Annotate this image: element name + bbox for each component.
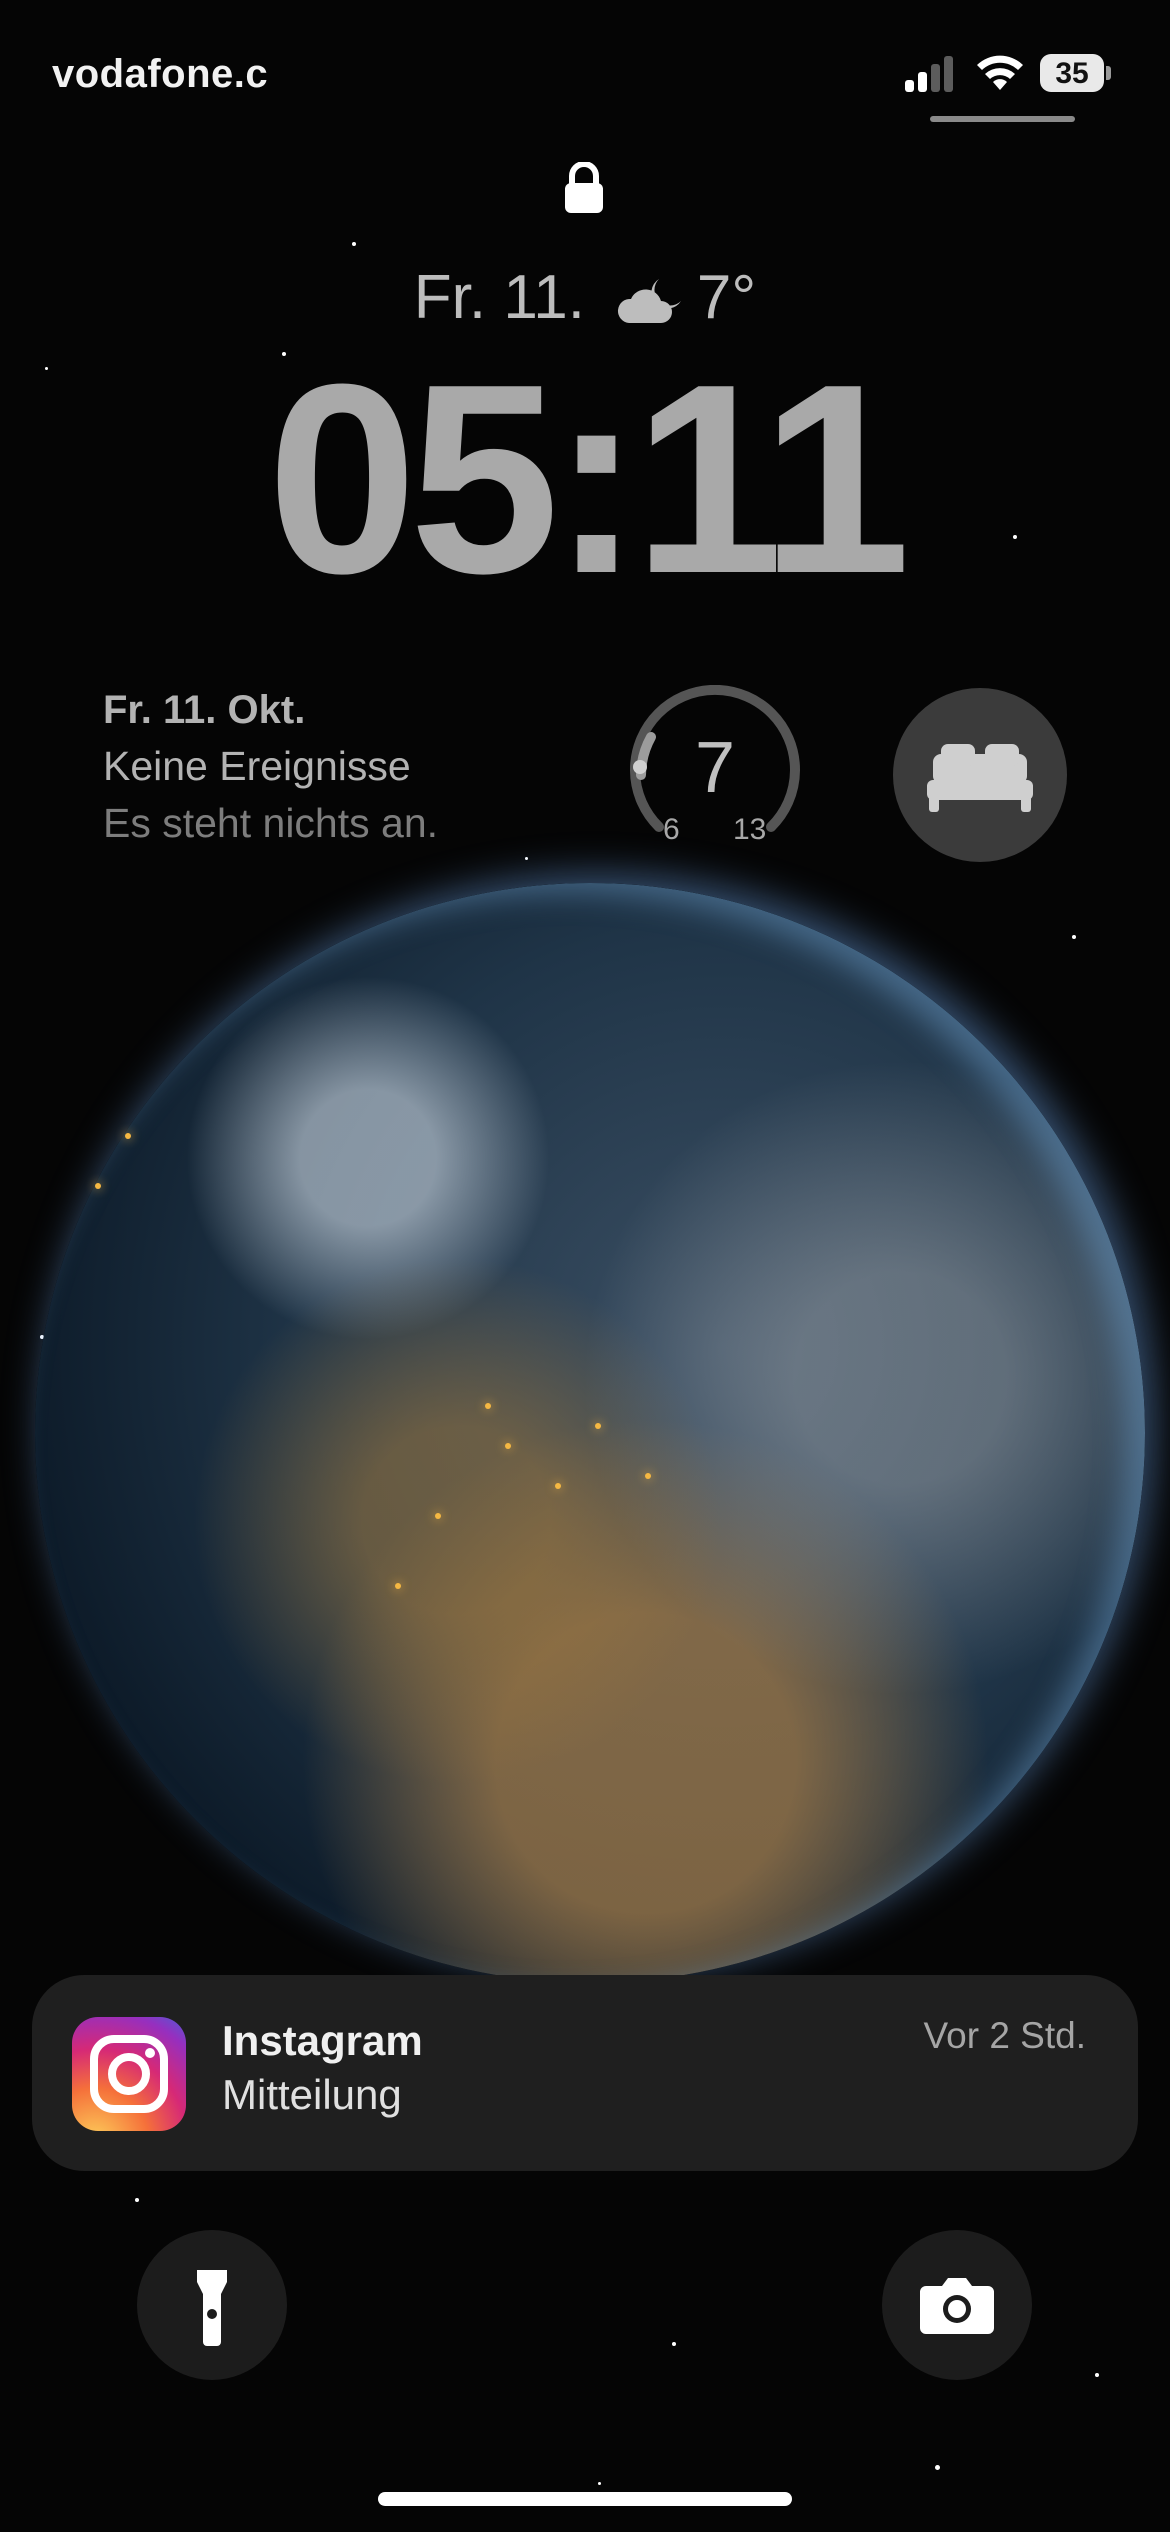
lock-icon: [563, 161, 605, 214]
bed-icon: [927, 744, 1033, 812]
flashlight-icon: [197, 2270, 227, 2346]
gauge-high-temp: 13: [733, 813, 767, 846]
notification-app-name: Instagram: [222, 2017, 423, 2064]
instagram-icon: [72, 2017, 186, 2131]
star: [935, 2465, 940, 2470]
calendar-widget-date: Fr. 11. Okt.: [103, 688, 306, 732]
battery-level: 35: [1055, 57, 1089, 90]
earth-wallpaper: [35, 883, 1145, 1983]
star: [135, 2198, 139, 2202]
gauge-current-temp: 7: [694, 728, 736, 808]
star: [352, 242, 356, 246]
star: [598, 2482, 601, 2485]
lock-clock[interactable]: 05:11: [0, 345, 1170, 615]
lock-temperature: 7°: [696, 263, 757, 332]
temperature-gauge-widget[interactable]: 7 6 13: [625, 684, 805, 855]
calendar-widget-events: Keine Ereignisse: [103, 743, 411, 789]
camera-button[interactable]: [882, 2230, 1032, 2380]
star: [672, 2342, 676, 2346]
calendar-widget[interactable]: Fr. 11. Okt. Keine Ereignisse Es steht n…: [103, 688, 438, 847]
notification-message: Mitteilung: [222, 2071, 402, 2118]
cellular-signal-icon: [905, 54, 955, 92]
notification-card[interactable]: Instagram Mitteilung Vor 2 Std.: [32, 1975, 1138, 2171]
gauge-low-temp: 6: [663, 813, 680, 846]
control-center-grabber[interactable]: [930, 116, 1075, 122]
camera-icon: [920, 2278, 994, 2334]
home-indicator[interactable]: [378, 2492, 792, 2506]
lock-date: Fr. 11.: [413, 263, 585, 332]
date-weather-line[interactable]: Fr. 11. 7°: [0, 262, 1170, 333]
battery-indicator: 35: [1040, 54, 1111, 92]
calendar-widget-subtitle: Es steht nichts an.: [103, 800, 439, 846]
sleep-widget[interactable]: [893, 688, 1067, 862]
star: [1095, 2373, 1099, 2377]
flashlight-button[interactable]: [137, 2230, 287, 2380]
star: [525, 857, 528, 860]
wifi-icon: [975, 50, 1025, 92]
notification-time: Vor 2 Std.: [923, 2015, 1087, 2056]
carrier-label: vodafone.c: [52, 52, 269, 96]
star: [1072, 935, 1076, 939]
cloud-moon-icon: [615, 271, 687, 323]
